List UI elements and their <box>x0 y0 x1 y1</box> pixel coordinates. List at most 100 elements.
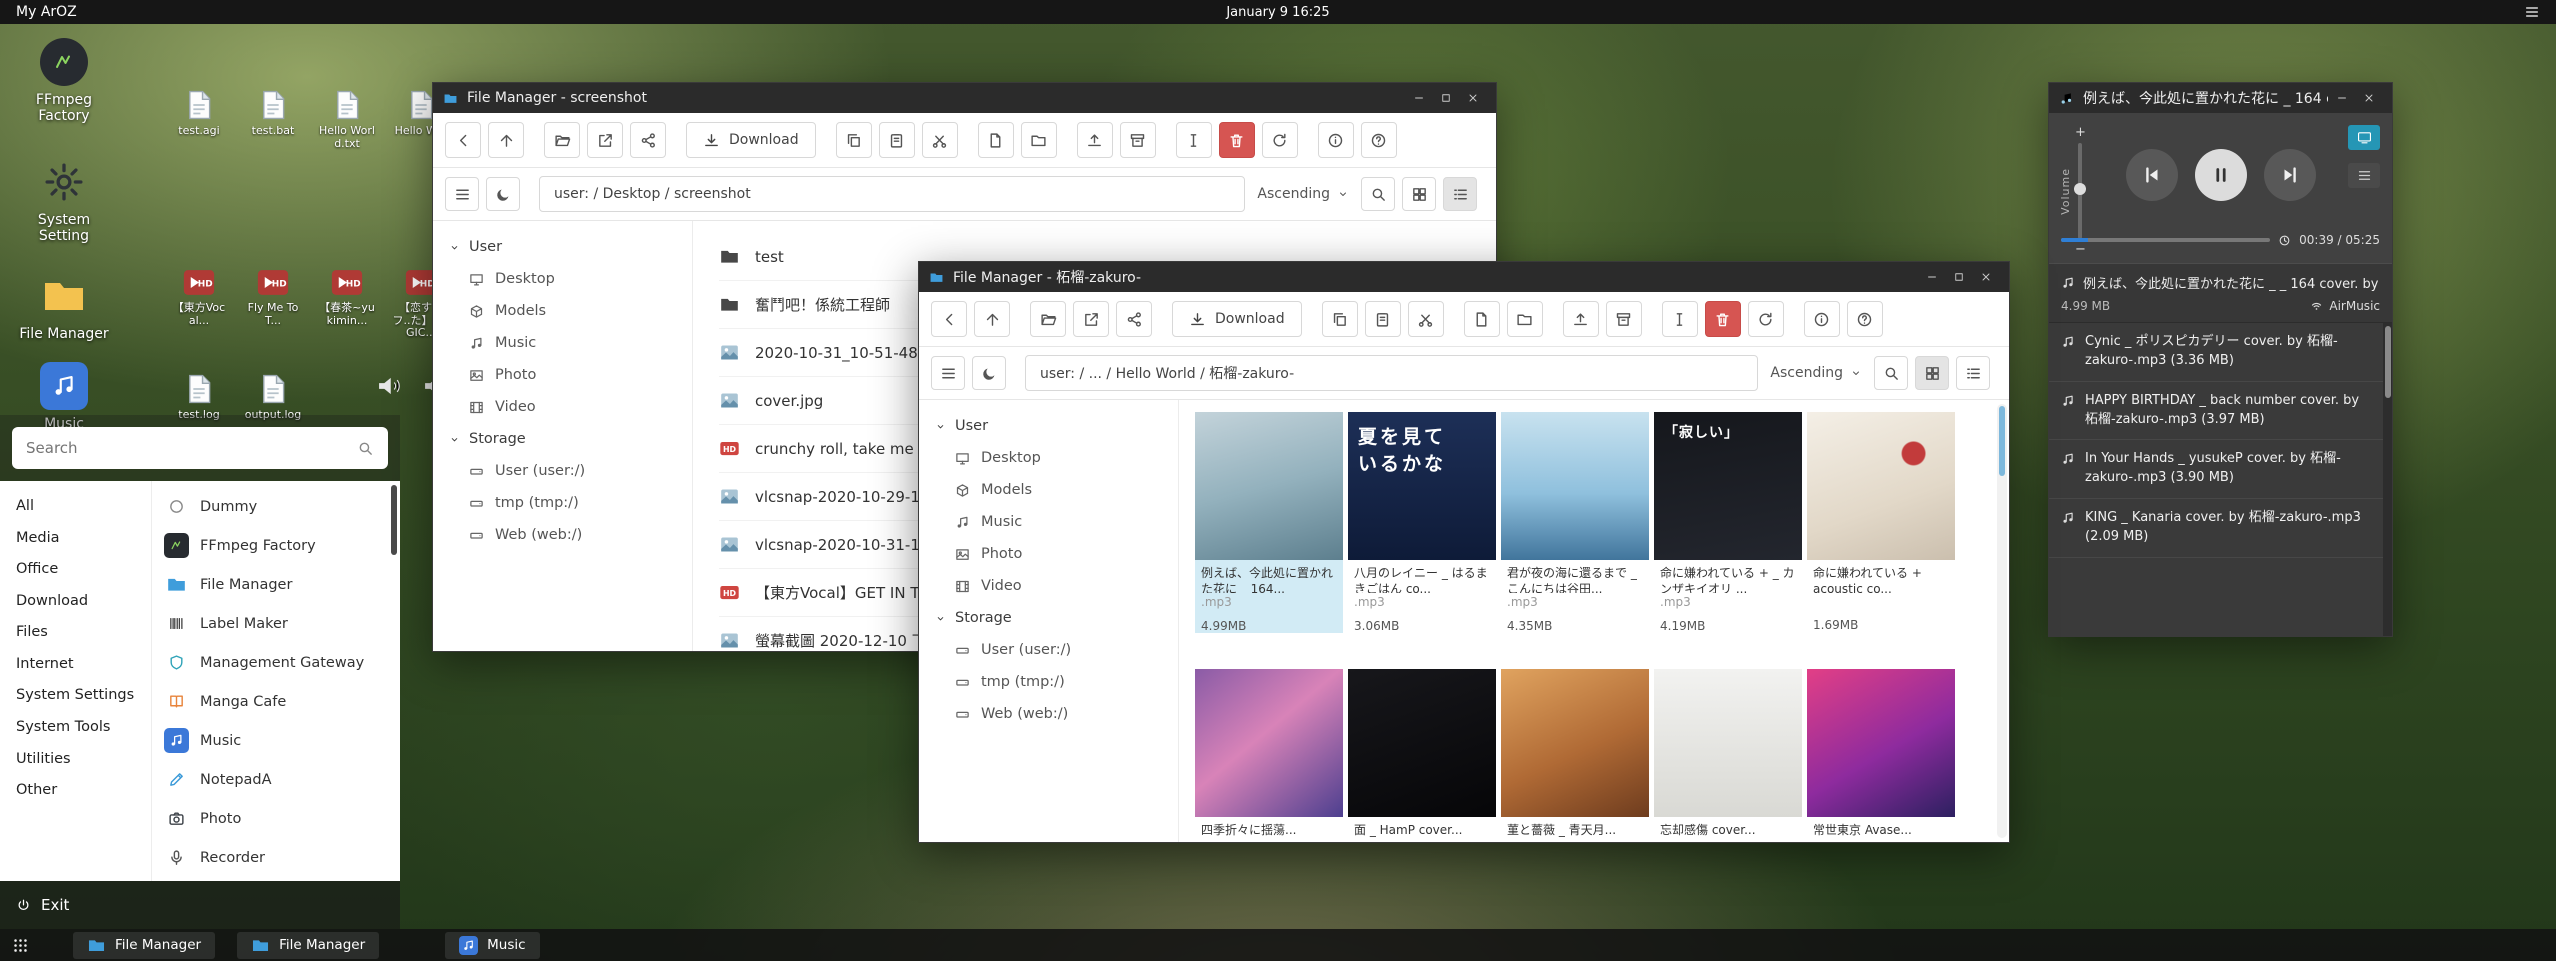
desktop-video-icon[interactable]: 【東方Vocal... <box>170 266 228 340</box>
paste-button[interactable] <box>879 122 915 158</box>
file-tile[interactable]: 四季折々に揺蕩... <box>1195 669 1343 842</box>
sidebar-section-storage[interactable]: Storage <box>433 423 692 455</box>
cut-button[interactable] <box>1408 301 1444 337</box>
view-menu-button[interactable] <box>445 177 479 211</box>
playlist-item[interactable]: In Your Hands _ yusukeP cover. by 柘榴-zak… <box>2049 440 2392 499</box>
refresh-button[interactable] <box>1748 301 1784 337</box>
sidebar-item-photo[interactable]: Photo <box>919 538 1178 570</box>
startmenu-app-file-manager[interactable]: File Manager <box>152 565 400 604</box>
help-button[interactable] <box>1361 122 1397 158</box>
volume-up-button[interactable]: + <box>2075 125 2086 140</box>
startmenu-app-dummy[interactable]: Dummy <box>152 487 400 526</box>
maximize-button[interactable] <box>1945 262 1972 292</box>
file-tile[interactable]: 菫と薔薇 _ 青天月... <box>1501 669 1649 842</box>
topbar-menu-icon[interactable] <box>2524 4 2540 20</box>
view-menu-button[interactable] <box>931 356 965 390</box>
startmenu-app-manga-cafe[interactable]: Manga Cafe <box>152 682 400 721</box>
info-button[interactable] <box>1804 301 1840 337</box>
startmenu-app-label-maker[interactable]: Label Maker <box>152 604 400 643</box>
search-button[interactable] <box>1361 177 1395 211</box>
startmenu-app-photo[interactable]: Photo <box>152 799 400 838</box>
grid-view-button[interactable] <box>1402 177 1436 211</box>
startmenu-app-management-gateway[interactable]: Management Gateway <box>152 643 400 682</box>
file-tile[interactable]: 常世東京 Avase... <box>1807 669 1955 842</box>
theme-toggle-button[interactable] <box>972 356 1006 390</box>
delete-button[interactable] <box>1705 301 1741 337</box>
open-external-button[interactable] <box>1073 301 1109 337</box>
up-button[interactable] <box>488 122 524 158</box>
taskbar-item-music[interactable]: Music <box>445 932 539 959</box>
scrollbar[interactable] <box>1997 404 2007 838</box>
new-folder-button[interactable] <box>1507 301 1543 337</box>
back-button[interactable] <box>445 122 481 158</box>
sidebar-item-tmp-drive[interactable]: tmp (tmp:/) <box>919 666 1178 698</box>
sort-order-select[interactable]: Ascending <box>1770 365 1862 381</box>
search-input[interactable] <box>12 427 388 469</box>
startmenu-category-internet[interactable]: Internet <box>0 649 151 681</box>
search-button[interactable] <box>1874 356 1908 390</box>
startmenu-category-utilities[interactable]: Utilities <box>0 744 151 776</box>
pause-button[interactable] <box>2195 149 2247 201</box>
refresh-button[interactable] <box>1262 122 1298 158</box>
scrollbar[interactable] <box>2383 323 2392 636</box>
sidebar-item-web-drive[interactable]: Web (web:/) <box>433 519 692 551</box>
path-field[interactable]: user: / Desktop / screenshot <box>539 176 1245 212</box>
startmenu-category-all[interactable]: All <box>0 491 151 523</box>
aroz-brand[interactable]: My ArOZ <box>16 4 77 20</box>
download-button[interactable]: Download <box>1172 301 1302 337</box>
new-file-button[interactable] <box>978 122 1014 158</box>
startmenu-category-files[interactable]: Files <box>0 617 151 649</box>
minimize-button[interactable] <box>1918 262 1945 292</box>
next-track-button[interactable] <box>2264 149 2316 201</box>
exit-button[interactable]: Exit <box>0 881 400 929</box>
close-button[interactable] <box>1459 83 1486 113</box>
sidebar-section-user[interactable]: User <box>433 231 692 263</box>
new-folder-button[interactable] <box>1021 122 1057 158</box>
seek-bar[interactable] <box>2061 238 2270 242</box>
list-view-button[interactable] <box>1443 177 1477 211</box>
playlist-item[interactable]: KING _ Kanaria cover. by 柘榴-zakuro-.mp3 … <box>2049 499 2392 558</box>
share-button[interactable] <box>630 122 666 158</box>
scrollbar-thumb[interactable] <box>391 485 397 555</box>
desktop-file-icon[interactable]: test.agi <box>170 88 228 150</box>
window-titlebar[interactable]: File Manager - 柘榴-zakuro- <box>919 262 2009 292</box>
rename-button[interactable] <box>1176 122 1212 158</box>
startmenu-category-download[interactable]: Download <box>0 586 151 618</box>
cast-button[interactable] <box>2348 125 2380 150</box>
help-button[interactable] <box>1847 301 1883 337</box>
sidebar-section-user[interactable]: User <box>919 410 1178 442</box>
scrollbar-thumb[interactable] <box>2385 326 2391 398</box>
new-file-button[interactable] <box>1464 301 1500 337</box>
share-button[interactable] <box>1116 301 1152 337</box>
file-tile[interactable]: 面 _ HamP cover... <box>1348 669 1496 842</box>
app-drawer-button[interactable] <box>12 937 29 954</box>
sidebar-item-desktop[interactable]: Desktop <box>433 263 692 295</box>
playlist-item[interactable]: Cynic _ ポリスピカデリー cover. by 柘榴-zakuro-.mp… <box>2049 323 2392 382</box>
desktop-video-icon[interactable]: 【春茶~yukimin... <box>318 266 376 340</box>
close-button[interactable] <box>2355 83 2382 113</box>
sidebar-section-storage[interactable]: Storage <box>919 602 1178 634</box>
sidebar-item-video[interactable]: Video <box>433 391 692 423</box>
file-tile[interactable]: 君が夜の海に還るまで _ こんにちは谷田... .mp3 4.35MB <box>1501 412 1649 633</box>
file-tile[interactable]: 命に嫌われている + acoustic co... 1.69MB <box>1807 412 1955 633</box>
open-button[interactable] <box>544 122 580 158</box>
open-button[interactable] <box>1030 301 1066 337</box>
file-tile-selected[interactable]: 例えば、今此処に置かれた花に _ 164... .mp3 4.99MB <box>1195 412 1343 633</box>
list-view-button[interactable] <box>1956 356 1990 390</box>
paste-button[interactable] <box>1365 301 1401 337</box>
scrollbar-thumb[interactable] <box>1999 406 2005 476</box>
sidebar-item-video[interactable]: Video <box>919 570 1178 602</box>
desktop-video-icon[interactable]: Fly Me To T... <box>244 266 302 340</box>
startmenu-category-media[interactable]: Media <box>0 523 151 555</box>
archive-button[interactable] <box>1120 122 1156 158</box>
desktop-file-icon[interactable]: Hello World.txt <box>318 88 376 150</box>
grid-view-button[interactable] <box>1915 356 1949 390</box>
upload-button[interactable] <box>1077 122 1113 158</box>
minimize-button[interactable] <box>1405 83 1432 113</box>
sidebar-item-models[interactable]: Models <box>433 295 692 327</box>
desktop-file-icon[interactable]: test.bat <box>244 88 302 150</box>
window-titlebar[interactable]: 例えば、今此処に置かれた花に _ 164 c... <box>2049 83 2392 113</box>
close-button[interactable] <box>1972 262 1999 292</box>
sidebar-item-music[interactable]: Music <box>919 506 1178 538</box>
search-icon[interactable] <box>357 440 374 457</box>
